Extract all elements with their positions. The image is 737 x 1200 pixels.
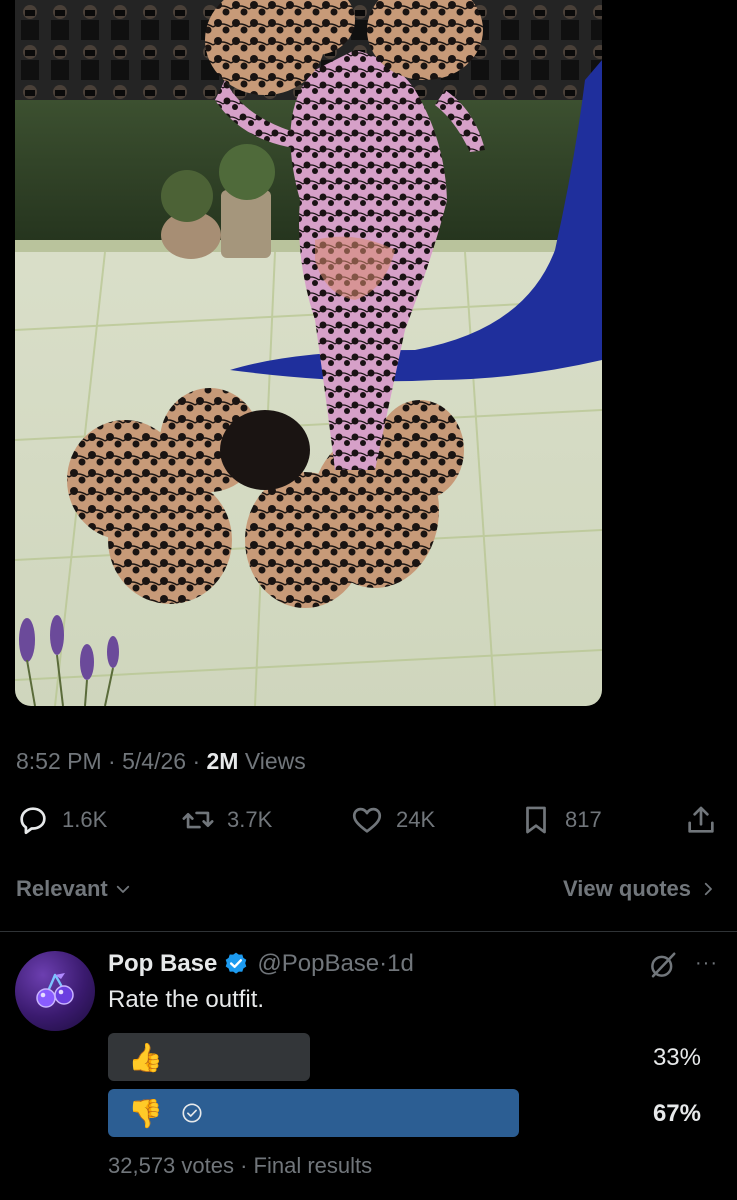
poll-option-2-percent: 67% [652,1100,701,1127]
view-quotes-label: View quotes [563,876,691,901]
verified-badge-icon [226,952,247,974]
reply-count: 1.6K [62,807,108,832]
share-icon [688,806,714,833]
chevron-right-icon [704,882,712,896]
tweet-photo[interactable] [15,0,602,706]
poll-votes: 32,573 votes · Final results [108,1153,373,1178]
heart-icon [352,807,382,833]
check-circle-icon [182,1103,202,1123]
tweet-date: 5/4/26 [122,748,187,774]
avatar[interactable] [15,951,95,1031]
divider [0,931,737,932]
tweet-time: 8:52 PM [16,748,102,774]
thumbs-up-emoji: 👍 [128,1041,163,1073]
poll-option-1-percent: 33% [652,1044,701,1071]
more-options-icon[interactable]: ··· [695,952,718,975]
like-count: 24K [396,807,436,832]
share-button[interactable] [684,800,730,840]
repost-count: 3.7K [227,807,273,832]
poll-status: Final results [253,1153,373,1178]
bookmark-button[interactable]: 817 [519,800,602,840]
sort-label: Relevant [16,876,108,901]
reply-button[interactable]: 1.6K [16,800,107,840]
comment-icon [20,807,46,835]
reply-age[interactable]: 1d [387,950,414,978]
grok-icon[interactable] [648,950,678,980]
thumbs-down-emoji: 👎 [128,1097,163,1129]
repost-icon [182,811,214,829]
sort-replies-dropdown[interactable]: Relevant [16,876,132,902]
tweet-actions: 1.6K 3.7K 24K 817 [0,800,737,840]
repost-button[interactable]: 3.7K [181,800,272,840]
view-quotes-link[interactable]: View quotes [563,876,717,902]
poll-option-2: 👎 [108,1089,519,1137]
author-name[interactable]: Pop Base [108,950,217,978]
reply-text: Rate the outfit. [108,986,265,1013]
poll-option-1: 👍 [108,1033,310,1081]
bookmark-count: 817 [565,807,602,832]
like-button[interactable]: 24K [350,800,435,840]
chevron-down-icon [116,885,129,893]
bookmark-icon [526,806,546,834]
views-label: Views [238,748,306,774]
event-photo-lace-gown [15,0,602,706]
vote-count: 32,573 votes [108,1153,234,1178]
tweet-meta: 8:52 PM · 5/4/26 · 2M Views [16,748,306,774]
author-handle[interactable]: @PopBase [257,950,379,978]
views-count[interactable]: 2M [207,748,239,774]
reply-header: Pop Base @PopBase · 1d [108,950,414,978]
cherry-icon [36,973,74,1008]
